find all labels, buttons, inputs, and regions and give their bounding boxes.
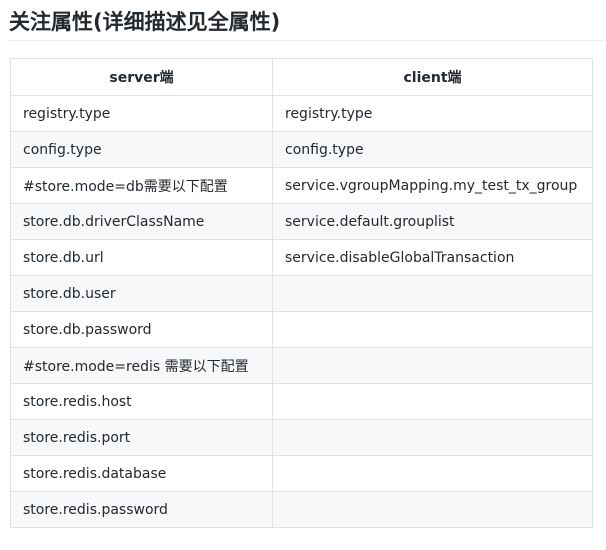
server-property-cell: #store.mode=db需要以下配置 [10,167,273,204]
client-property-cell [272,347,593,384]
server-property-cell: registry.type [10,95,273,132]
table-row: store.redis.port [10,419,593,456]
client-property-cell [272,491,593,528]
server-property-cell: store.db.user [10,275,273,312]
table-row: store.db.user [10,275,593,312]
server-property-cell: store.redis.password [10,491,273,528]
table-row: #store.mode=redis 需要以下配置 [10,347,593,384]
client-property-cell: registry.type [272,95,593,132]
client-property-cell: config.type [272,131,593,168]
client-property-cell [272,419,593,456]
server-property-cell: store.db.password [10,311,273,348]
client-property-cell: service.vgroupMapping.my_test_tx_group [272,167,593,204]
table-row: store.db.url service.disableGlobalTransac… [10,239,593,276]
table-header-row: server端 client端 [10,58,593,96]
heading-divider [9,40,606,41]
server-property-cell: store.redis.database [10,455,273,492]
server-property-cell: store.redis.host [10,383,273,420]
section-heading: 关注属性(详细描述见全属性) [9,10,281,34]
client-property-cell [272,311,593,348]
table-row: store.redis.database [10,455,593,492]
server-property-cell: config.type [10,131,273,168]
client-property-cell [272,383,593,420]
header-client: client端 [272,58,593,96]
table-row: store.redis.password [10,491,593,528]
table-row: config.type config.type [10,131,593,168]
properties-table: server端 client端 registry.type registry.ty… [10,58,593,528]
table-row: #store.mode=db需要以下配置 service.vgroupMappin… [10,167,593,204]
server-property-cell: store.db.driverClassName [10,203,273,240]
client-property-cell: service.default.grouplist [272,203,593,240]
table-row: store.db.password [10,311,593,348]
server-property-cell: #store.mode=redis 需要以下配置 [10,347,273,384]
table-row: store.db.driverClassName service.default.… [10,203,593,240]
client-property-cell [272,275,593,312]
table-row: registry.type registry.type [10,95,593,132]
table-row: store.redis.host [10,383,593,420]
header-server: server端 [10,58,273,96]
server-property-cell: store.redis.port [10,419,273,456]
client-property-cell: service.disableGlobalTransaction [272,239,593,276]
client-property-cell [272,455,593,492]
server-property-cell: store.db.url [10,239,273,276]
